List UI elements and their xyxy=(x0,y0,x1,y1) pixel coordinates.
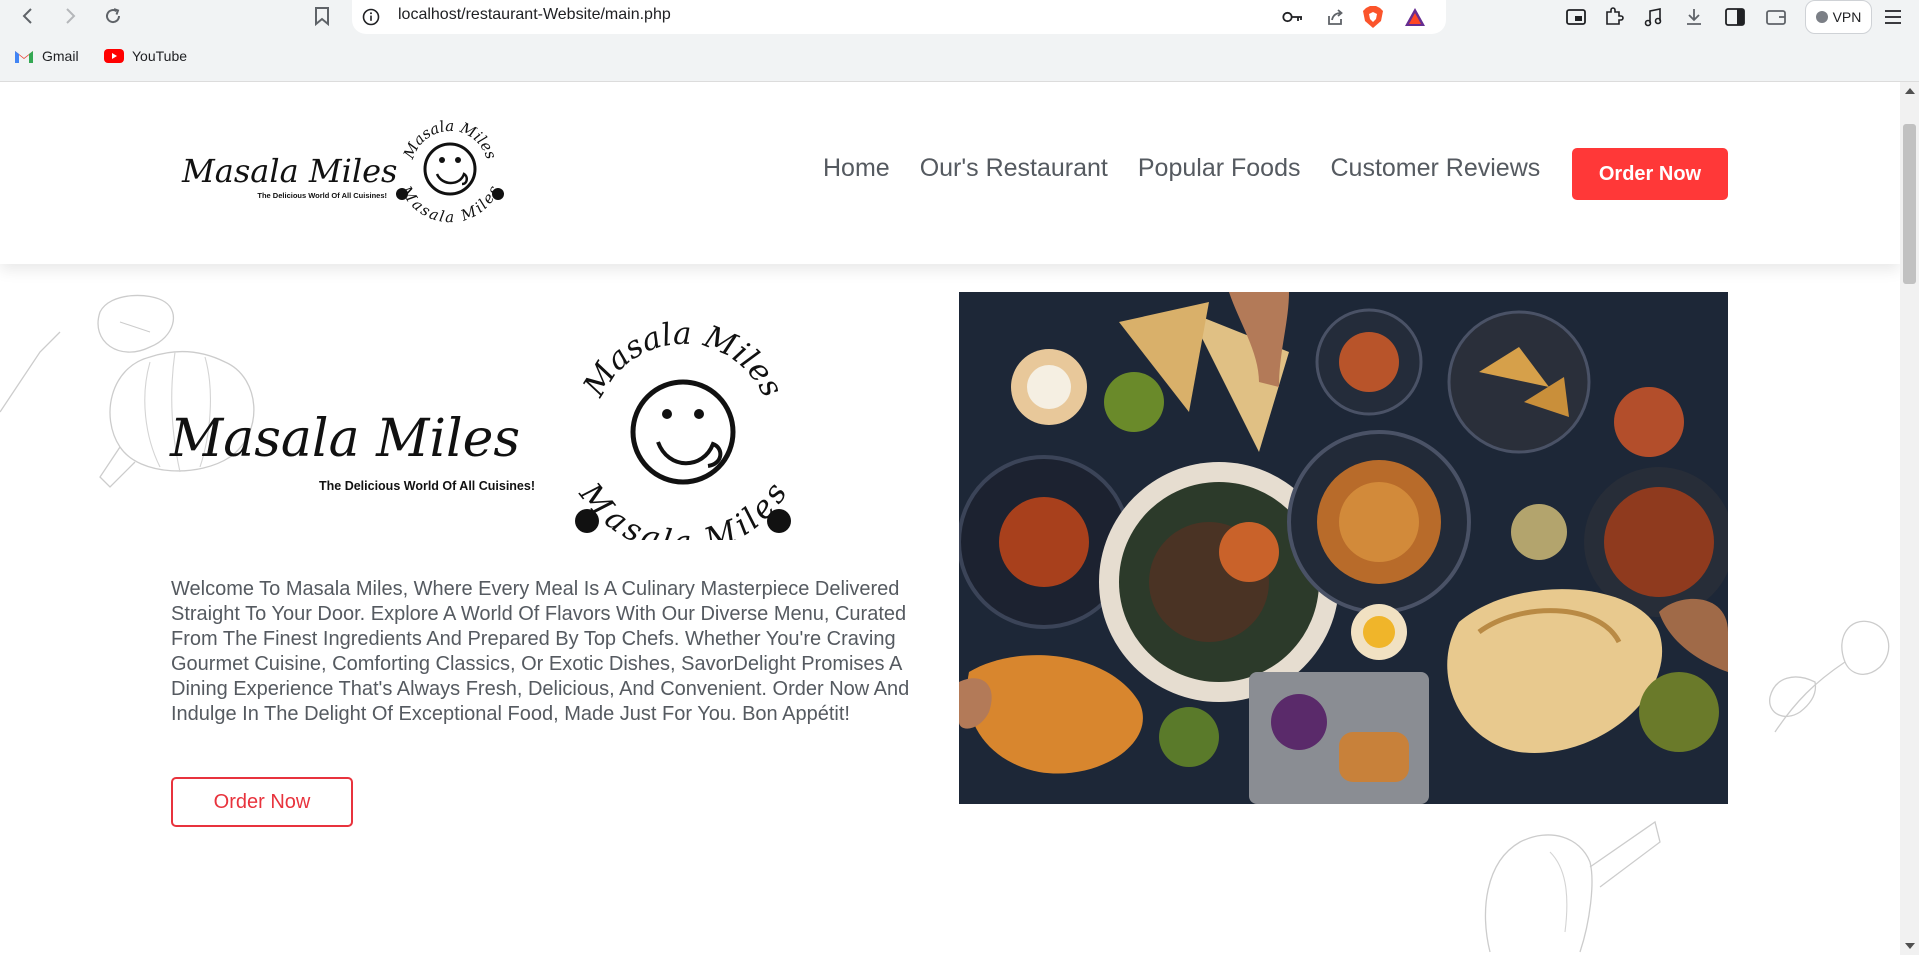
emblem-text-top: Masala Miles xyxy=(399,117,500,162)
mushroom-sketch-icon xyxy=(1484,820,1661,953)
scroll-up-icon[interactable] xyxy=(1905,88,1915,94)
hero-welcome-text: Welcome To Masala Miles, Where Every Mea… xyxy=(171,578,910,725)
emblem-dot-left xyxy=(396,188,408,200)
page-viewport: Masala Miles The Delicious World Of All … xyxy=(0,82,1900,955)
brand-tagline: The Delicious World Of All Cuisines! xyxy=(257,191,387,200)
site-header: Masala Miles The Delicious World Of All … xyxy=(0,82,1900,264)
picture-in-picture-icon[interactable] xyxy=(1563,4,1589,30)
emblem-text-bottom: Masala Miles xyxy=(397,182,504,226)
scroll-down-icon[interactable] xyxy=(1905,943,1915,949)
browser-toolbar: localhost/restaurant-Website/main.php VP… xyxy=(0,0,1919,82)
back-icon[interactable] xyxy=(14,2,42,30)
wallet-icon[interactable] xyxy=(1763,4,1789,30)
main-nav: Home Our's Restaurant Popular Foods Cust… xyxy=(823,154,1540,183)
youtube-icon xyxy=(104,49,124,63)
gmail-icon xyxy=(15,51,33,63)
cilantro-sketch-icon xyxy=(1769,620,1890,733)
hero-smiley-face-icon xyxy=(630,379,736,485)
download-icon[interactable] xyxy=(1681,4,1707,30)
bookmark-gmail[interactable]: Gmail xyxy=(14,48,79,64)
hero-emblem-dot-right xyxy=(767,509,791,533)
hero-emblem-dot-left xyxy=(575,509,599,533)
bookmark-label: Gmail xyxy=(42,48,79,64)
page-scrollbar[interactable] xyxy=(1900,82,1919,955)
music-icon[interactable] xyxy=(1640,4,1666,30)
sidebar-icon[interactable] xyxy=(1722,4,1748,30)
nav-link-customer-reviews[interactable]: Customer Reviews xyxy=(1330,154,1540,183)
address-bar[interactable]: localhost/restaurant-Website/main.php xyxy=(352,0,1446,34)
vpn-status-icon xyxy=(1815,11,1828,23)
site-info-icon[interactable] xyxy=(360,6,382,28)
bookmark-youtube[interactable]: YouTube xyxy=(104,48,187,64)
nav-link-popular-foods[interactable]: Popular Foods xyxy=(1138,154,1301,183)
forward-icon[interactable] xyxy=(56,2,84,30)
emblem-dot-right xyxy=(492,188,504,200)
hero-brand-name: Masala Miles xyxy=(169,409,520,469)
reload-icon[interactable] xyxy=(99,2,127,30)
extensions-icon[interactable] xyxy=(1601,4,1627,30)
scrollbar-thumb[interactable] xyxy=(1903,124,1916,284)
brave-rewards-icon[interactable] xyxy=(1402,4,1428,30)
hero-order-now-button[interactable]: Order Now xyxy=(171,777,353,827)
share-icon[interactable] xyxy=(1322,4,1348,30)
brand-name: Masala Miles xyxy=(181,152,397,190)
smiley-face-icon xyxy=(423,142,477,196)
bookmark-label: YouTube xyxy=(132,48,188,64)
brave-shield-icon[interactable] xyxy=(1360,4,1386,30)
menu-icon[interactable] xyxy=(1880,4,1906,30)
bookmark-page-icon[interactable] xyxy=(308,2,336,30)
nav-link-home[interactable]: Home xyxy=(823,154,890,183)
vpn-button[interactable]: VPN xyxy=(1805,0,1872,34)
hero-emblem-text-bottom: Masala Miles xyxy=(572,476,795,540)
url-text[interactable]: localhost/restaurant-Website/main.php xyxy=(398,6,671,24)
hero-brand-logo: Masala Miles The Delicious World Of All … xyxy=(169,316,795,540)
hero-food-image xyxy=(959,292,1728,804)
order-now-header-button[interactable]: Order Now xyxy=(1572,148,1728,200)
hero-brand-tagline: The Delicious World Of All Cuisines! xyxy=(319,479,535,493)
vpn-label: VPN xyxy=(1832,9,1862,25)
key-icon[interactable] xyxy=(1280,4,1306,30)
hero-emblem-text-top: Masala Miles xyxy=(576,316,790,404)
nav-link-restaurant[interactable]: Our's Restaurant xyxy=(920,154,1108,183)
brand-logo[interactable]: Masala Miles The Delicious World Of All … xyxy=(180,104,540,234)
